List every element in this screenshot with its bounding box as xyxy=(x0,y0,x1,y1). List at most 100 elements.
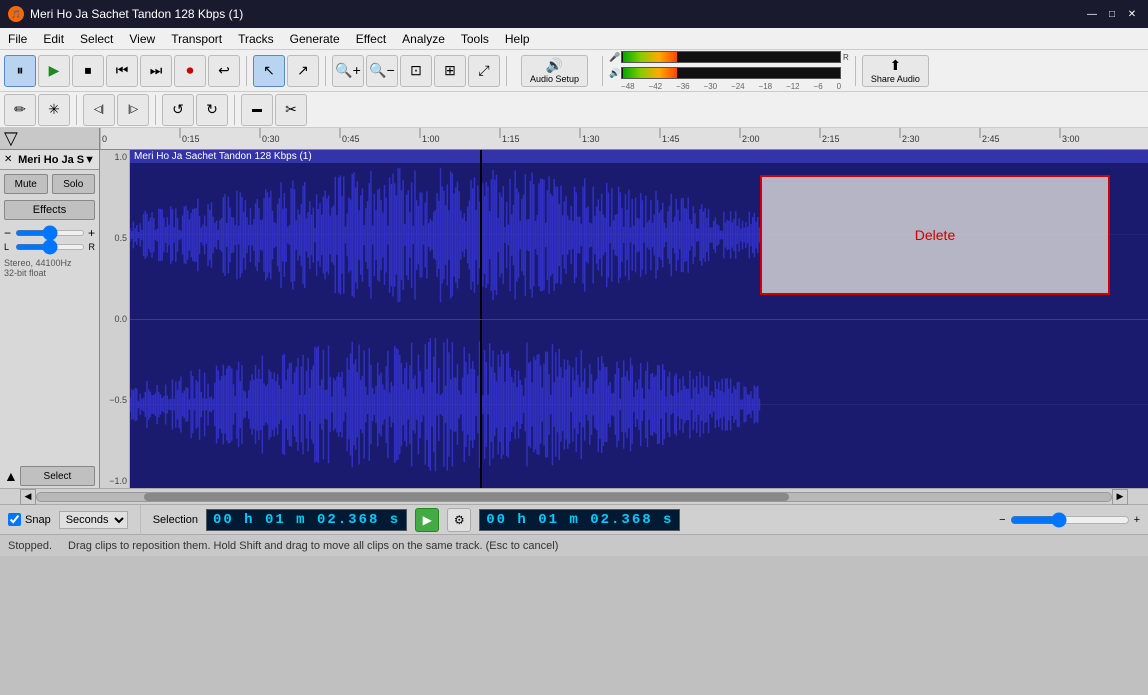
menu-file[interactable]: File xyxy=(0,28,35,49)
svg-text:1:45: 1:45 xyxy=(662,134,680,144)
zoom-slider[interactable] xyxy=(1010,512,1130,528)
delete-box[interactable]: Delete xyxy=(760,175,1110,295)
stop-button[interactable]: ⏹ xyxy=(72,55,104,87)
snap-checkbox[interactable] xyxy=(8,513,21,526)
effects-button[interactable]: Effects xyxy=(4,200,95,220)
trim-left-button[interactable]: ◁| xyxy=(83,94,115,126)
scroll-thumb[interactable] xyxy=(144,493,788,501)
minimize-button[interactable]: — xyxy=(1084,6,1100,22)
track-close-button[interactable]: ✕ xyxy=(4,154,12,165)
select-button[interactable]: Select xyxy=(20,466,95,486)
track-area-container: ▽ 0 0:15 0:30 0:45 1:00 1:15 1:30 xyxy=(0,128,1148,488)
svg-text:3:00: 3:00 xyxy=(1062,134,1080,144)
status-bar: Stopped. Drag clips to reposition them. … xyxy=(0,534,1148,556)
horizontal-scrollbar: ◀ ▶ xyxy=(0,488,1148,504)
share-icon: ⬆ xyxy=(889,57,901,74)
share-audio-button[interactable]: ⬆ Share Audio xyxy=(862,55,929,87)
mute-button[interactable]: Mute xyxy=(4,174,48,194)
menu-tracks[interactable]: Tracks xyxy=(230,28,282,49)
fit-project-button[interactable]: ⤢ xyxy=(468,55,500,87)
ruler-row: ▽ 0 0:15 0:30 0:45 1:00 1:15 1:30 xyxy=(0,128,1148,150)
svg-text:1:30: 1:30 xyxy=(582,134,600,144)
forward-button[interactable]: ⏭ xyxy=(140,55,172,87)
audio-setup-button[interactable]: 🔊 Audio Setup xyxy=(521,55,588,87)
menu-edit[interactable]: Edit xyxy=(35,28,72,49)
undo-button[interactable]: ↺ xyxy=(162,94,194,126)
redo-button[interactable]: ↻ xyxy=(196,94,228,126)
selection-time2[interactable]: 00 h 01 m 02.368 s xyxy=(479,509,680,531)
svg-text:0:45: 0:45 xyxy=(342,134,360,144)
menu-tools[interactable]: Tools xyxy=(453,28,497,49)
sep9 xyxy=(140,505,141,535)
menubar: File Edit Select View Transport Tracks G… xyxy=(0,28,1148,50)
titlebar: 🎵 Meri Ho Ja Sachet Tandon 128 Kbps (1) … xyxy=(0,0,1148,28)
ruler-timeline[interactable]: 0 0:15 0:30 0:45 1:00 1:15 1:30 1:45 2:0… xyxy=(100,128,1148,150)
gain-minus: − xyxy=(4,226,11,240)
menu-analyze[interactable]: Analyze xyxy=(394,28,453,49)
sep3 xyxy=(506,56,507,86)
draw-tool-button[interactable]: ✏ xyxy=(4,94,36,126)
cut-preview-button[interactable]: ✂ xyxy=(275,94,307,126)
audio-controls: 🔊 Audio Setup xyxy=(513,55,596,87)
lower-waveform xyxy=(130,320,1148,489)
play-selection-button[interactable]: ▶ xyxy=(415,508,439,532)
sep2 xyxy=(325,56,326,86)
collapse-icon[interactable]: ▽ xyxy=(4,128,18,149)
vu-scale: −48−42−36−30−24−18−12−60 xyxy=(609,82,841,91)
solo-button[interactable]: Solo xyxy=(52,174,96,194)
svg-text:2:15: 2:15 xyxy=(822,134,840,144)
y-axis-upper: 1.0 0.5 0.0 −0.5 −1.0 xyxy=(100,150,130,488)
window-controls: — □ ✕ xyxy=(1084,6,1140,22)
input-vu-bar xyxy=(621,51,841,63)
close-button[interactable]: ✕ xyxy=(1124,6,1140,22)
menu-effect[interactable]: Effect xyxy=(348,28,394,49)
trim-right-button[interactable]: |▷ xyxy=(117,94,149,126)
sep7 xyxy=(155,95,156,125)
playback-level-icon: 🔊 xyxy=(609,68,619,79)
menu-transport[interactable]: Transport xyxy=(163,28,230,49)
seconds-select[interactable]: Seconds xyxy=(59,511,128,529)
scroll-right-button[interactable]: ▶ xyxy=(1112,489,1128,505)
scroll-left-button[interactable]: ◀ xyxy=(20,489,36,505)
vu-meters: 🎤 R 🔊 −48−42−36−30−24−18−12−60 xyxy=(609,50,849,91)
settings-button[interactable]: ⚙ xyxy=(447,508,471,532)
zoom-out-button[interactable]: 🔍− xyxy=(366,55,398,87)
maximize-button[interactable]: □ xyxy=(1104,6,1120,22)
back-button[interactable]: ⏮ xyxy=(106,55,138,87)
snap-checkbox-label[interactable]: Snap xyxy=(8,513,51,526)
toolbar2: ✏ ✳ ◁| |▷ ↺ ↻ ▬ ✂ xyxy=(0,92,1148,128)
selection-time1[interactable]: 00 h 01 m 02.368 s xyxy=(206,509,407,531)
pan-right-label: R xyxy=(89,242,96,252)
pan-slider[interactable] xyxy=(15,244,85,250)
menu-help[interactable]: Help xyxy=(497,28,538,49)
menu-select[interactable]: Select xyxy=(72,28,121,49)
multi-tool-button[interactable]: ✳ xyxy=(38,94,70,126)
zoom-in-button[interactable]: 🔍+ xyxy=(332,55,364,87)
record-button[interactable]: ⏺ xyxy=(174,55,206,87)
cursor-tool-button[interactable]: ↖ xyxy=(253,55,285,87)
loop-button[interactable]: ↩ xyxy=(208,55,240,87)
play-button[interactable]: ▶ xyxy=(38,55,70,87)
silence-button[interactable]: ▬ xyxy=(241,94,273,126)
waveform-main[interactable]: Meri Ho Ja Sachet Tandon 128 Kbps (1) xyxy=(130,150,1148,488)
menu-view[interactable]: View xyxy=(121,28,163,49)
status-hint: Drag clips to reposition them. Hold Shif… xyxy=(68,540,558,552)
track-collapse-button[interactable]: ▲ xyxy=(4,468,18,484)
record-level-icon: 🎤 xyxy=(609,52,619,63)
track-bit-depth: 32-bit float xyxy=(4,268,95,278)
track-row: ✕ Meri Ho Ja S▼ Mute Solo Effects − + L … xyxy=(0,150,1148,488)
track-header: ✕ Meri Ho Ja S▼ xyxy=(0,150,99,170)
menu-generate[interactable]: Generate xyxy=(282,28,348,49)
zoom-in-small-icon: + xyxy=(1134,514,1140,526)
pause-button[interactable]: ⏸ xyxy=(4,55,36,87)
sep6 xyxy=(76,95,77,125)
gain-slider[interactable] xyxy=(15,230,85,236)
gain-plus: + xyxy=(88,226,95,240)
svg-text:2:45: 2:45 xyxy=(982,134,1000,144)
zoom-toggle-button[interactable]: ⊞ xyxy=(434,55,466,87)
fit-track-button[interactable]: ⊡ xyxy=(400,55,432,87)
envelope-tool-button[interactable]: ↗ xyxy=(287,55,319,87)
svg-text:0:15: 0:15 xyxy=(182,134,200,144)
ruler-corner: ▽ xyxy=(0,128,100,150)
output-vu-bar xyxy=(621,67,841,79)
